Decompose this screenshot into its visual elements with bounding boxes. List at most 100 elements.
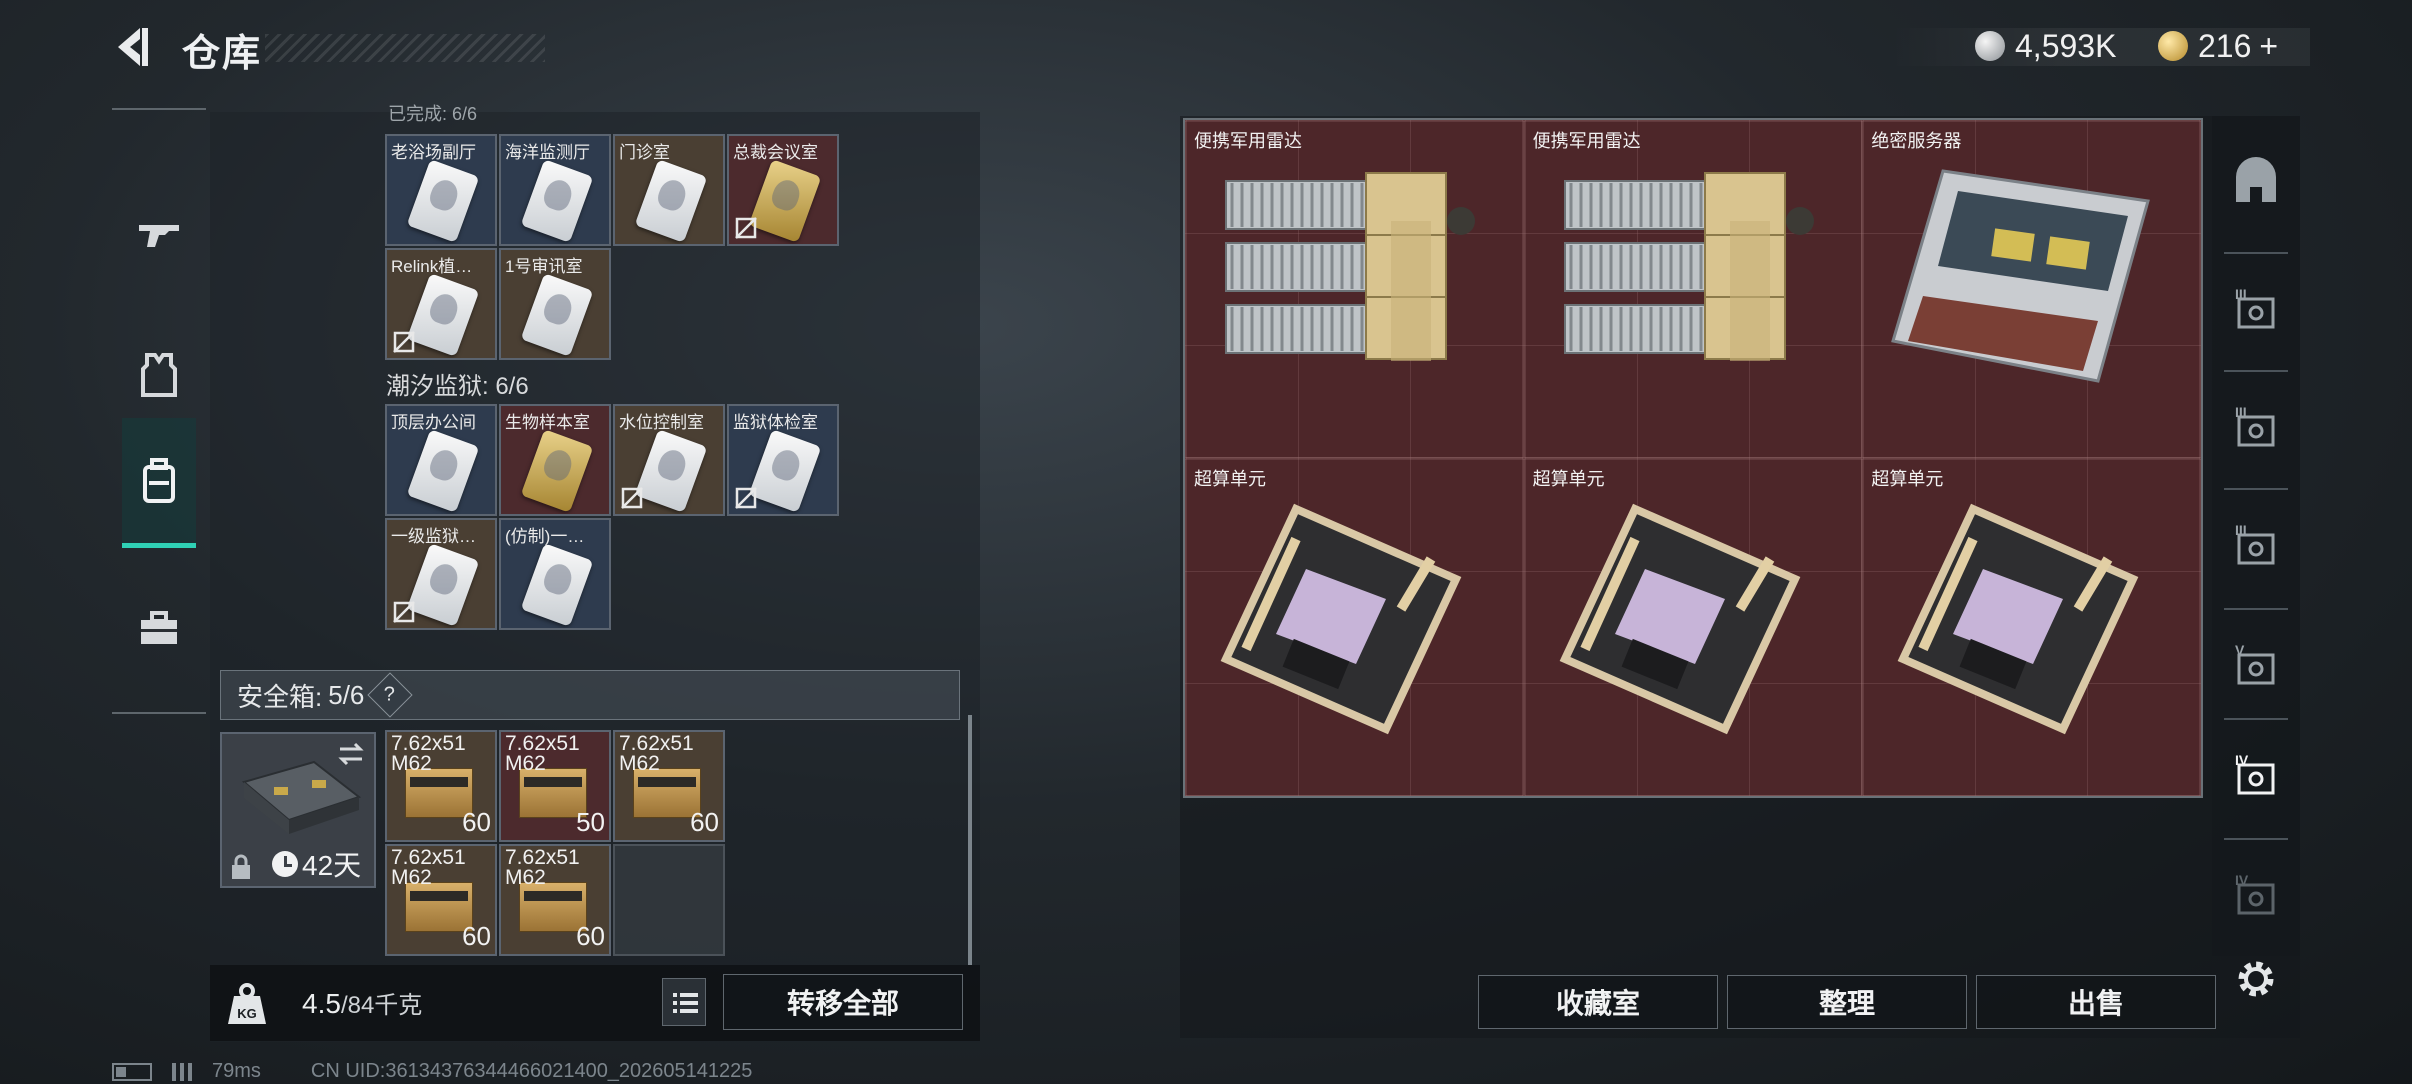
add-currency-button[interactable]: + xyxy=(2259,28,2278,65)
container-tab-6[interactable]: IV xyxy=(2212,726,2300,826)
ping-text: 79ms xyxy=(212,1060,261,1082)
safe-box-item[interactable]: 42天 xyxy=(220,732,376,888)
sell-button[interactable]: 出售 xyxy=(1976,975,2216,1029)
keycard-label: 生物样本室 xyxy=(505,413,590,432)
silver-coin-icon xyxy=(1975,31,2005,61)
container-slot-board[interactable]: 超算单元 xyxy=(1523,458,1863,796)
signal-icon xyxy=(172,1062,192,1081)
keycard-slot[interactable]: 老浴场副厅 xyxy=(385,134,497,246)
container-slot-board[interactable]: 超算单元 xyxy=(1862,458,2201,796)
keycard-slot[interactable]: 海洋监测厅 xyxy=(499,134,611,246)
keycard-icon xyxy=(634,159,708,243)
keycard-slot[interactable]: 水位控制室 xyxy=(613,404,725,516)
container-tab-1[interactable] xyxy=(2212,132,2300,232)
keycard-label: 一级监狱… xyxy=(391,527,476,546)
container-slot-board[interactable]: 超算单元 xyxy=(1185,458,1524,796)
keycard-icon xyxy=(520,159,594,243)
keycard-slot[interactable]: 门诊室 xyxy=(613,134,725,246)
gold-coin-icon xyxy=(2158,31,2188,61)
keycard-slot[interactable]: 总裁会议室 xyxy=(727,134,839,246)
item-label: 便携军用雷达 xyxy=(1532,131,1641,151)
currency-silver-value: 4,593K xyxy=(2015,27,2117,64)
keycard-label: 水位控制室 xyxy=(619,413,704,432)
currency-gold-value: 216 xyxy=(2198,27,2252,64)
keycard-icon xyxy=(406,273,480,357)
unavailable-icon xyxy=(393,331,415,353)
safe-box-header: 安全箱: 5/6 ? xyxy=(220,670,960,720)
keycard-slot[interactable]: Relink植… xyxy=(385,248,497,360)
keycard-slot[interactable]: 一级监狱… xyxy=(385,518,497,630)
clock-icon xyxy=(272,851,298,877)
weight-total: /84千克 xyxy=(340,992,423,1019)
unavailable-icon xyxy=(621,487,643,509)
swap-icon[interactable] xyxy=(336,742,366,766)
container-tab-3[interactable]: III xyxy=(2212,378,2300,478)
list-view-button[interactable] xyxy=(662,978,706,1026)
keycard-icon xyxy=(520,429,594,513)
container-tab-2[interactable]: III xyxy=(2212,260,2300,360)
safe-timer: 42天 xyxy=(272,844,361,884)
backpack-icon xyxy=(143,457,175,503)
sidebar-item-containers[interactable] xyxy=(122,418,196,548)
keycard-slot[interactable]: 顶层办公间 xyxy=(385,404,497,516)
transfer-all-button[interactable]: 转移全部 xyxy=(723,974,963,1030)
keycard-slot[interactable]: (仿制)一… xyxy=(499,518,611,630)
container-tab-5[interactable]: V xyxy=(2212,616,2300,716)
tab-divider xyxy=(2224,608,2288,610)
container-slot-radar[interactable]: 便携军用雷达 xyxy=(1523,120,1863,458)
battery-icon xyxy=(112,1062,152,1081)
item-label: 便携军用雷达 xyxy=(1194,131,1302,151)
container-tab-4[interactable]: III xyxy=(2212,496,2300,596)
inventory-scrollbar[interactable] xyxy=(968,715,972,965)
collection-room-button[interactable]: 收藏室 xyxy=(1478,975,1718,1029)
tab-level-label: III xyxy=(2235,404,2247,420)
back-button[interactable] xyxy=(110,22,160,72)
armor-icon xyxy=(141,353,177,397)
ammo-slot[interactable]: 7.62x51 M62 60 xyxy=(613,730,725,842)
compute-unit-icon xyxy=(1220,503,1462,735)
level-III-a-icon: III xyxy=(2235,286,2275,329)
list-icon xyxy=(673,993,698,1013)
currency-gold[interactable]: 216 + xyxy=(2158,26,2278,66)
safe-timer-value: 42天 xyxy=(302,850,362,881)
keycard-label: 1号审讯室 xyxy=(505,257,583,276)
keycard-icon xyxy=(520,543,594,627)
tab-level-label: IV xyxy=(2235,872,2249,888)
radar-icon xyxy=(1563,172,1814,361)
keycard-label: 海洋监测厅 xyxy=(505,143,590,162)
empty-slot[interactable] xyxy=(613,844,725,956)
ammo-slot[interactable]: 7.62x51 M62 60 xyxy=(385,844,497,956)
keycard-label: 监狱体检室 xyxy=(733,413,818,432)
settings-button[interactable] xyxy=(2232,955,2280,1003)
level-III-b-icon: III xyxy=(2235,404,2275,447)
container-tab-7[interactable]: IV xyxy=(2212,846,2300,946)
status-bar: 79ms CN UID:361343763444660214​00_202605… xyxy=(112,1060,752,1083)
server-icon xyxy=(1891,169,2151,383)
title-decoration xyxy=(265,34,545,62)
safe-box-title: 安全箱: xyxy=(237,681,323,712)
keycard-slot[interactable]: 1号审讯室 xyxy=(499,248,611,360)
tab-level-label: V xyxy=(2235,642,2245,658)
currency-silver: 4,593K xyxy=(1975,26,2116,66)
sidebar-item-weapons[interactable] xyxy=(122,170,196,300)
ammo-slot[interactable]: 7.62x51 M62 60 xyxy=(385,730,497,842)
ammo-name: 7.62x51 M62 xyxy=(391,732,466,775)
level-III-c-icon: III xyxy=(2235,522,2275,565)
keycard-slot[interactable]: 监狱体检室 xyxy=(727,404,839,516)
unavailable-icon xyxy=(393,601,415,623)
ammo-slot[interactable]: 7.62x51 M62 60 xyxy=(499,844,611,956)
tab-divider xyxy=(2224,370,2288,372)
ammo-count: 50 xyxy=(576,807,605,837)
keycard-slot[interactable]: 生物样本室 xyxy=(499,404,611,516)
tab-level-label: III xyxy=(2235,522,2247,538)
keycard-icon xyxy=(520,273,594,357)
sidebar-item-supplies[interactable] xyxy=(122,578,196,678)
keycard-label: (仿制)一… xyxy=(505,527,585,546)
container-slot-radar[interactable]: 便携军用雷达 xyxy=(1185,120,1524,458)
keycard-icon xyxy=(634,429,708,513)
ammo-slot[interactable]: 7.62x51 M62 50 xyxy=(499,730,611,842)
radar-icon xyxy=(1225,172,1475,361)
help-button[interactable]: ? xyxy=(367,672,414,718)
sort-button[interactable]: 整理 xyxy=(1727,975,1967,1029)
container-slot-server[interactable]: 绝密服务器 xyxy=(1862,120,2201,458)
